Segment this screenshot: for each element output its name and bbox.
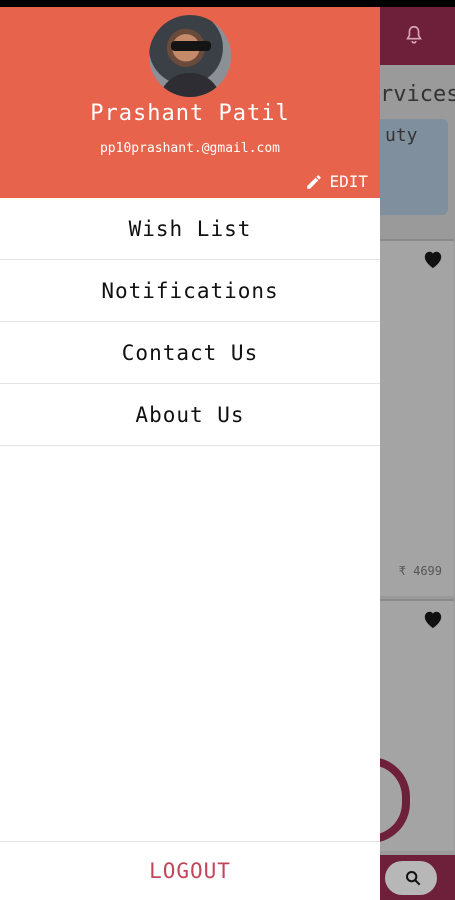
search-icon <box>406 871 421 886</box>
logout-label: LOGOUT <box>149 859 231 883</box>
bell-icon[interactable] <box>403 23 425 47</box>
menu-item-wish-list[interactable]: Wish List <box>0 198 380 260</box>
menu-item-about-us[interactable]: About Us <box>0 384 380 446</box>
user-name: Prashant Patil <box>90 101 290 126</box>
menu-item-contact-us[interactable]: Contact Us <box>0 322 380 384</box>
avatar[interactable] <box>149 15 231 97</box>
services-heading: rvices <box>380 82 455 107</box>
user-email: pp10prashant.@gmail.com <box>99 141 280 156</box>
category-card-label: uty <box>385 125 418 146</box>
navigation-drawer: Prashant Patil pp10prashant.@gmail.com E… <box>0 7 380 900</box>
profile-header: Prashant Patil pp10prashant.@gmail.com E… <box>0 7 380 198</box>
edit-label: EDIT <box>329 172 368 191</box>
heart-icon[interactable] <box>422 249 444 269</box>
drawer-menu: Wish List Notifications Contact Us About… <box>0 198 380 446</box>
product-price: ₹ 4699 <box>398 564 442 578</box>
menu-item-notifications[interactable]: Notifications <box>0 260 380 322</box>
search-button[interactable] <box>385 861 437 895</box>
pencil-icon <box>307 174 322 189</box>
heart-icon[interactable] <box>422 609 444 629</box>
logout-button[interactable]: LOGOUT <box>0 841 380 900</box>
edit-profile-button[interactable]: EDIT <box>305 172 368 191</box>
status-bar <box>0 0 455 7</box>
